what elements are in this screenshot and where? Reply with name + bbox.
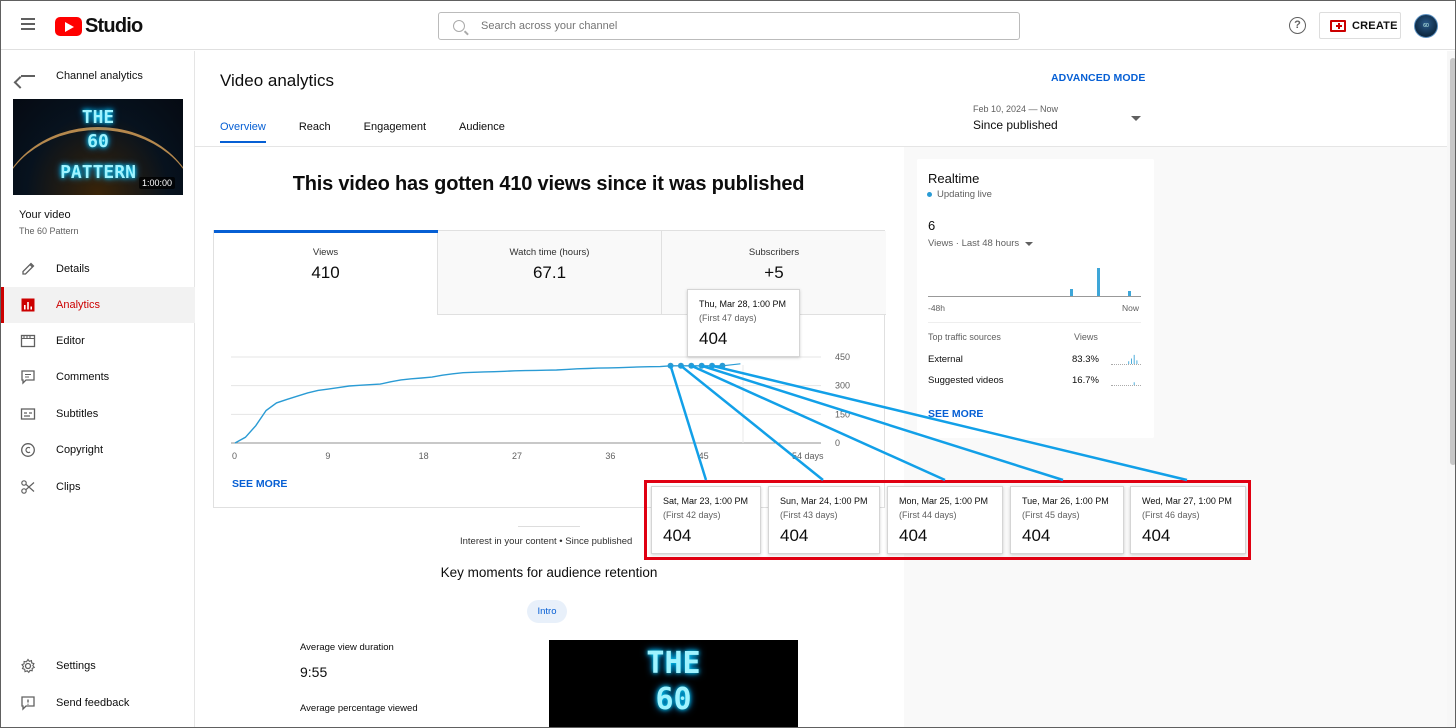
chart-tooltip: Tue, Mar 26, 1:00 PM (First 45 days) 404 [1010,486,1124,554]
chart-tooltip: Wed, Mar 27, 1:00 PM (First 46 days) 404 [1130,486,1246,554]
y-tick-label: 0 [835,438,840,448]
views-line-chart: 0 150 300 450 0 9 18 27 36 45 54 days [231,352,850,461]
tooltip-date: Sun, Mar 24, 1:00 PM [780,496,868,506]
tooltip-value: 404 [899,526,928,545]
x-tick-label: 9 [325,451,330,461]
tooltip-subtitle: (First 47 days) [699,313,757,323]
y-tick-label: 300 [835,381,850,391]
hover-point [667,362,674,369]
avg-view-duration-label: Average view duration [300,642,394,653]
tooltip-subtitle: (First 42 days) [663,510,721,520]
hover-point [698,362,705,369]
tooltip-value: 404 [1142,526,1171,545]
x-tick-label: 27 [512,451,522,461]
tooltip-date: Wed, Mar 27, 1:00 PM [1142,496,1232,506]
chart-see-more[interactable]: SEE MORE [232,478,287,490]
hover-point [677,362,684,369]
tooltip-date: Tue, Mar 26, 1:00 PM [1022,496,1109,506]
tooltip-date: Mon, Mar 25, 1:00 PM [899,496,989,506]
hover-point [688,362,695,369]
tooltip-value: 404 [780,526,809,545]
key-moments-title: Key moments for audience retention [440,565,658,580]
thumbnail-text-line1: THE [646,646,701,681]
divider [518,526,580,527]
avg-view-duration-value: 9:55 [300,664,328,680]
x-tick-label: 54 days [792,451,824,461]
hover-point [719,362,726,369]
chart-tooltip: Sun, Mar 24, 1:00 PM (First 43 days) 404 [768,486,880,554]
series-line-views [234,365,723,444]
chart-tooltip: Thu, Mar 28, 1:00 PM (First 47 days) 404 [687,289,800,357]
thumbnail-text-line2: 60 [655,682,692,717]
tooltip-date: Thu, Mar 28, 1:00 PM [699,299,787,309]
avg-percentage-label: Average percentage viewed [300,703,418,714]
y-tick-label: 150 [835,409,850,419]
chart-tooltip: Mon, Mar 25, 1:00 PM (First 44 days) 404 [887,486,1003,554]
tooltip-subtitle: (First 44 days) [899,510,957,520]
x-tick-label: 36 [605,451,615,461]
tooltip-value: 404 [1022,526,1051,545]
tooltip-subtitle: (First 45 days) [1022,510,1080,520]
x-tick-label: 18 [419,451,429,461]
scrollbar-thumb[interactable] [1450,58,1455,465]
tooltip-value: 404 [663,526,692,545]
tooltip-subtitle: (First 46 days) [1142,510,1200,520]
x-tick-label: 0 [232,451,237,461]
tooltip-date: Sat, Mar 23, 1:00 PM [663,496,749,506]
tooltip-value: 404 [699,329,728,348]
intro-chip[interactable]: Intro [527,600,567,623]
app-frame: Studio ? CREATE 60 Channel analytics THE… [0,0,1456,728]
retention-thumbnail[interactable]: THE 60 [549,640,798,727]
chart-tooltip: Sat, Mar 23, 1:00 PM (First 42 days) 404 [651,486,761,554]
interest-line: Interest in your content • Since publish… [460,536,633,547]
y-tick-label: 450 [835,352,850,362]
x-tick-label: 45 [699,451,709,461]
tooltip-subtitle: (First 43 days) [780,510,838,520]
hover-point [709,362,716,369]
